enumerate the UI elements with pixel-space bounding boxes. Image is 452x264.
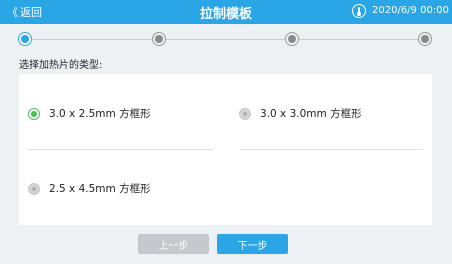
option-label: 3.0 x 3.0mm 方框形 [260,108,362,120]
radio-selected-icon [28,107,40,120]
next-step-button[interactable]: 下一步 [217,234,288,254]
option-3x3[interactable]: 3.0 x 3.0mm 方框形 [239,106,362,121]
step-4-dot [419,33,431,45]
divider [28,149,213,150]
step-1-dot [19,33,31,45]
option-label: 2.5 x 4.5mm 方框形 [49,183,151,195]
top-bar: 《 返回 拉制模板 2020/6/9 00:00 [0,0,452,24]
step-line [25,39,426,40]
date-time: 2020/6/9 00:00 [372,5,449,16]
step-progress [0,24,452,54]
radio-unselected-icon [239,107,251,120]
option-label: 3.0 x 2.5mm 方框形 [49,108,151,120]
divider [240,149,423,150]
step-2-dot [153,33,165,45]
prompt-label: 选择加热片的类型: [19,60,103,71]
option-3x2-5[interactable]: 3.0 x 2.5mm 方框形 [28,106,151,121]
step-3-dot [286,33,298,45]
radio-unselected-icon [28,182,40,195]
options-panel: 3.0 x 2.5mm 方框形 3.0 x 3.0mm 方框形 2.5 x 4.… [19,74,432,225]
prev-step-button[interactable]: 上一步 [138,234,209,254]
option-2-5x4-5[interactable]: 2.5 x 4.5mm 方框形 [28,181,151,196]
thermometer-icon [352,4,366,18]
